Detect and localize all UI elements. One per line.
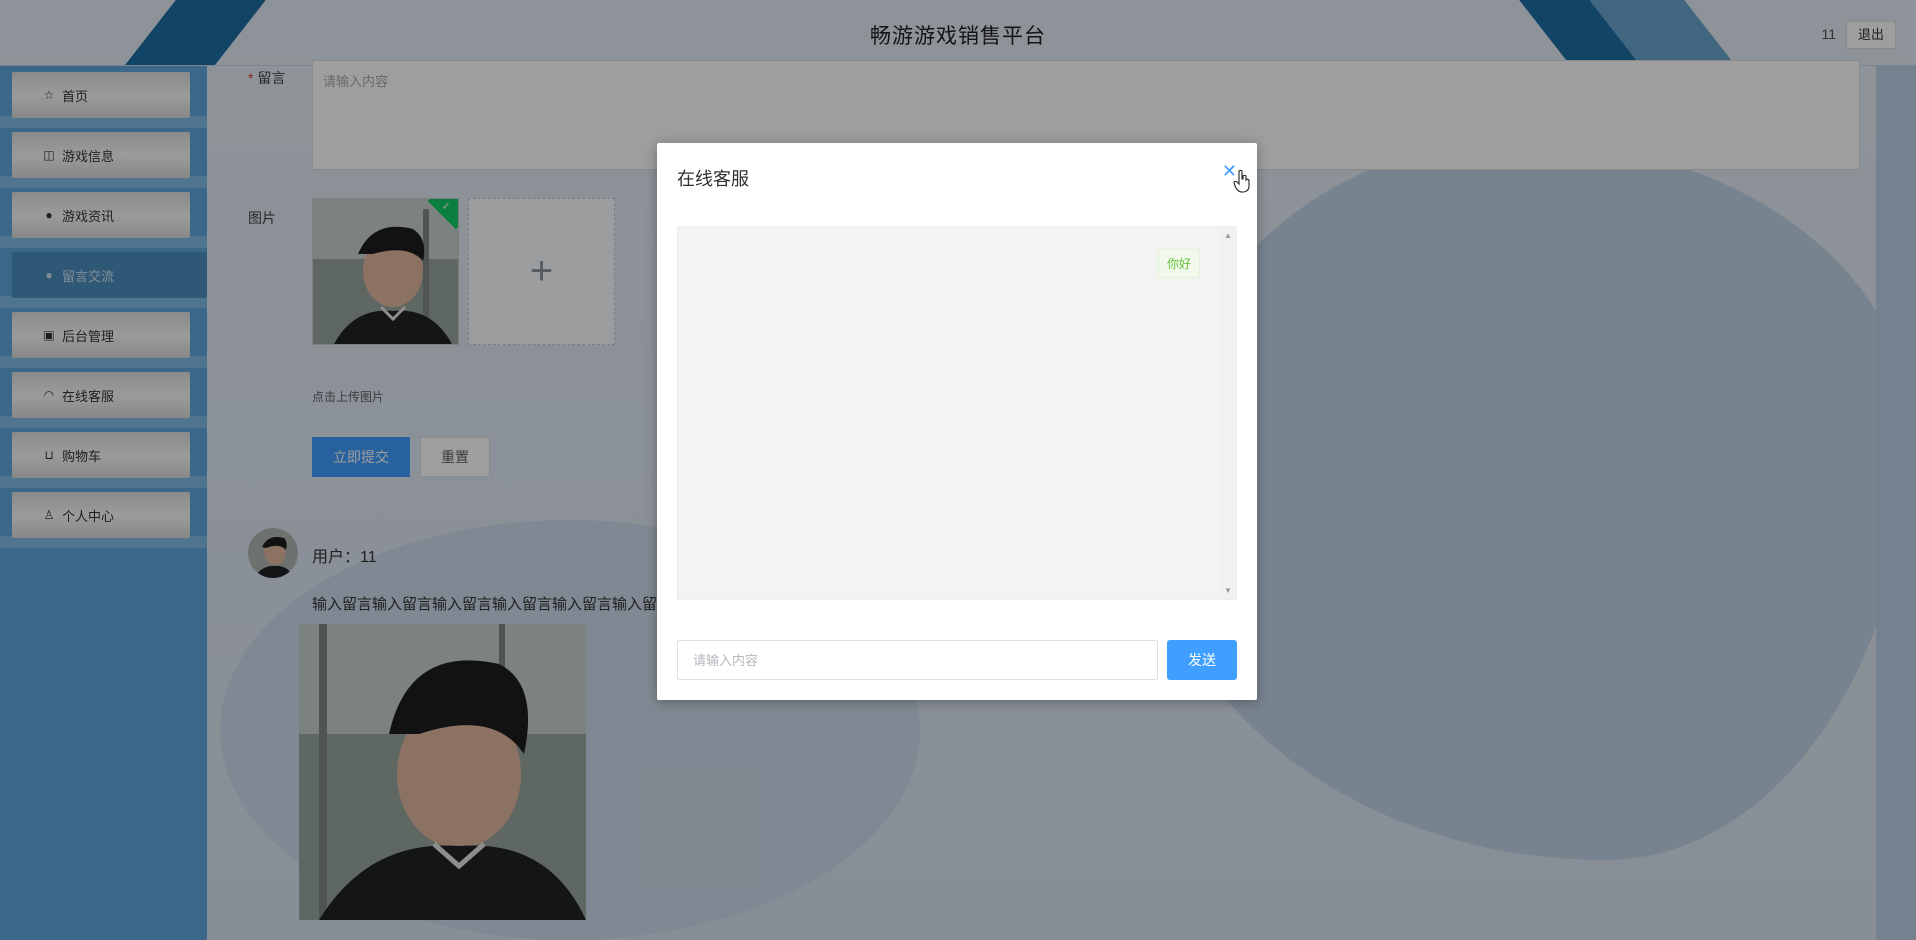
chat-input[interactable] <box>677 640 1158 680</box>
chat-history[interactable]: 你好 ▲ ▼ <box>677 226 1237 600</box>
chat-message-bubble: 你好 <box>1157 249 1200 278</box>
scroll-up-icon[interactable]: ▲ <box>1224 231 1232 240</box>
scroll-down-icon[interactable]: ▼ <box>1224 586 1232 595</box>
customer-service-dialog: 在线客服 ✕ 你好 ▲ ▼ 发送 <box>657 143 1257 700</box>
send-button[interactable]: 发送 <box>1167 640 1237 680</box>
hand-cursor-icon <box>1233 169 1250 193</box>
dialog-title: 在线客服 <box>677 169 749 189</box>
chat-scrollbar[interactable]: ▲ ▼ <box>1220 227 1236 599</box>
